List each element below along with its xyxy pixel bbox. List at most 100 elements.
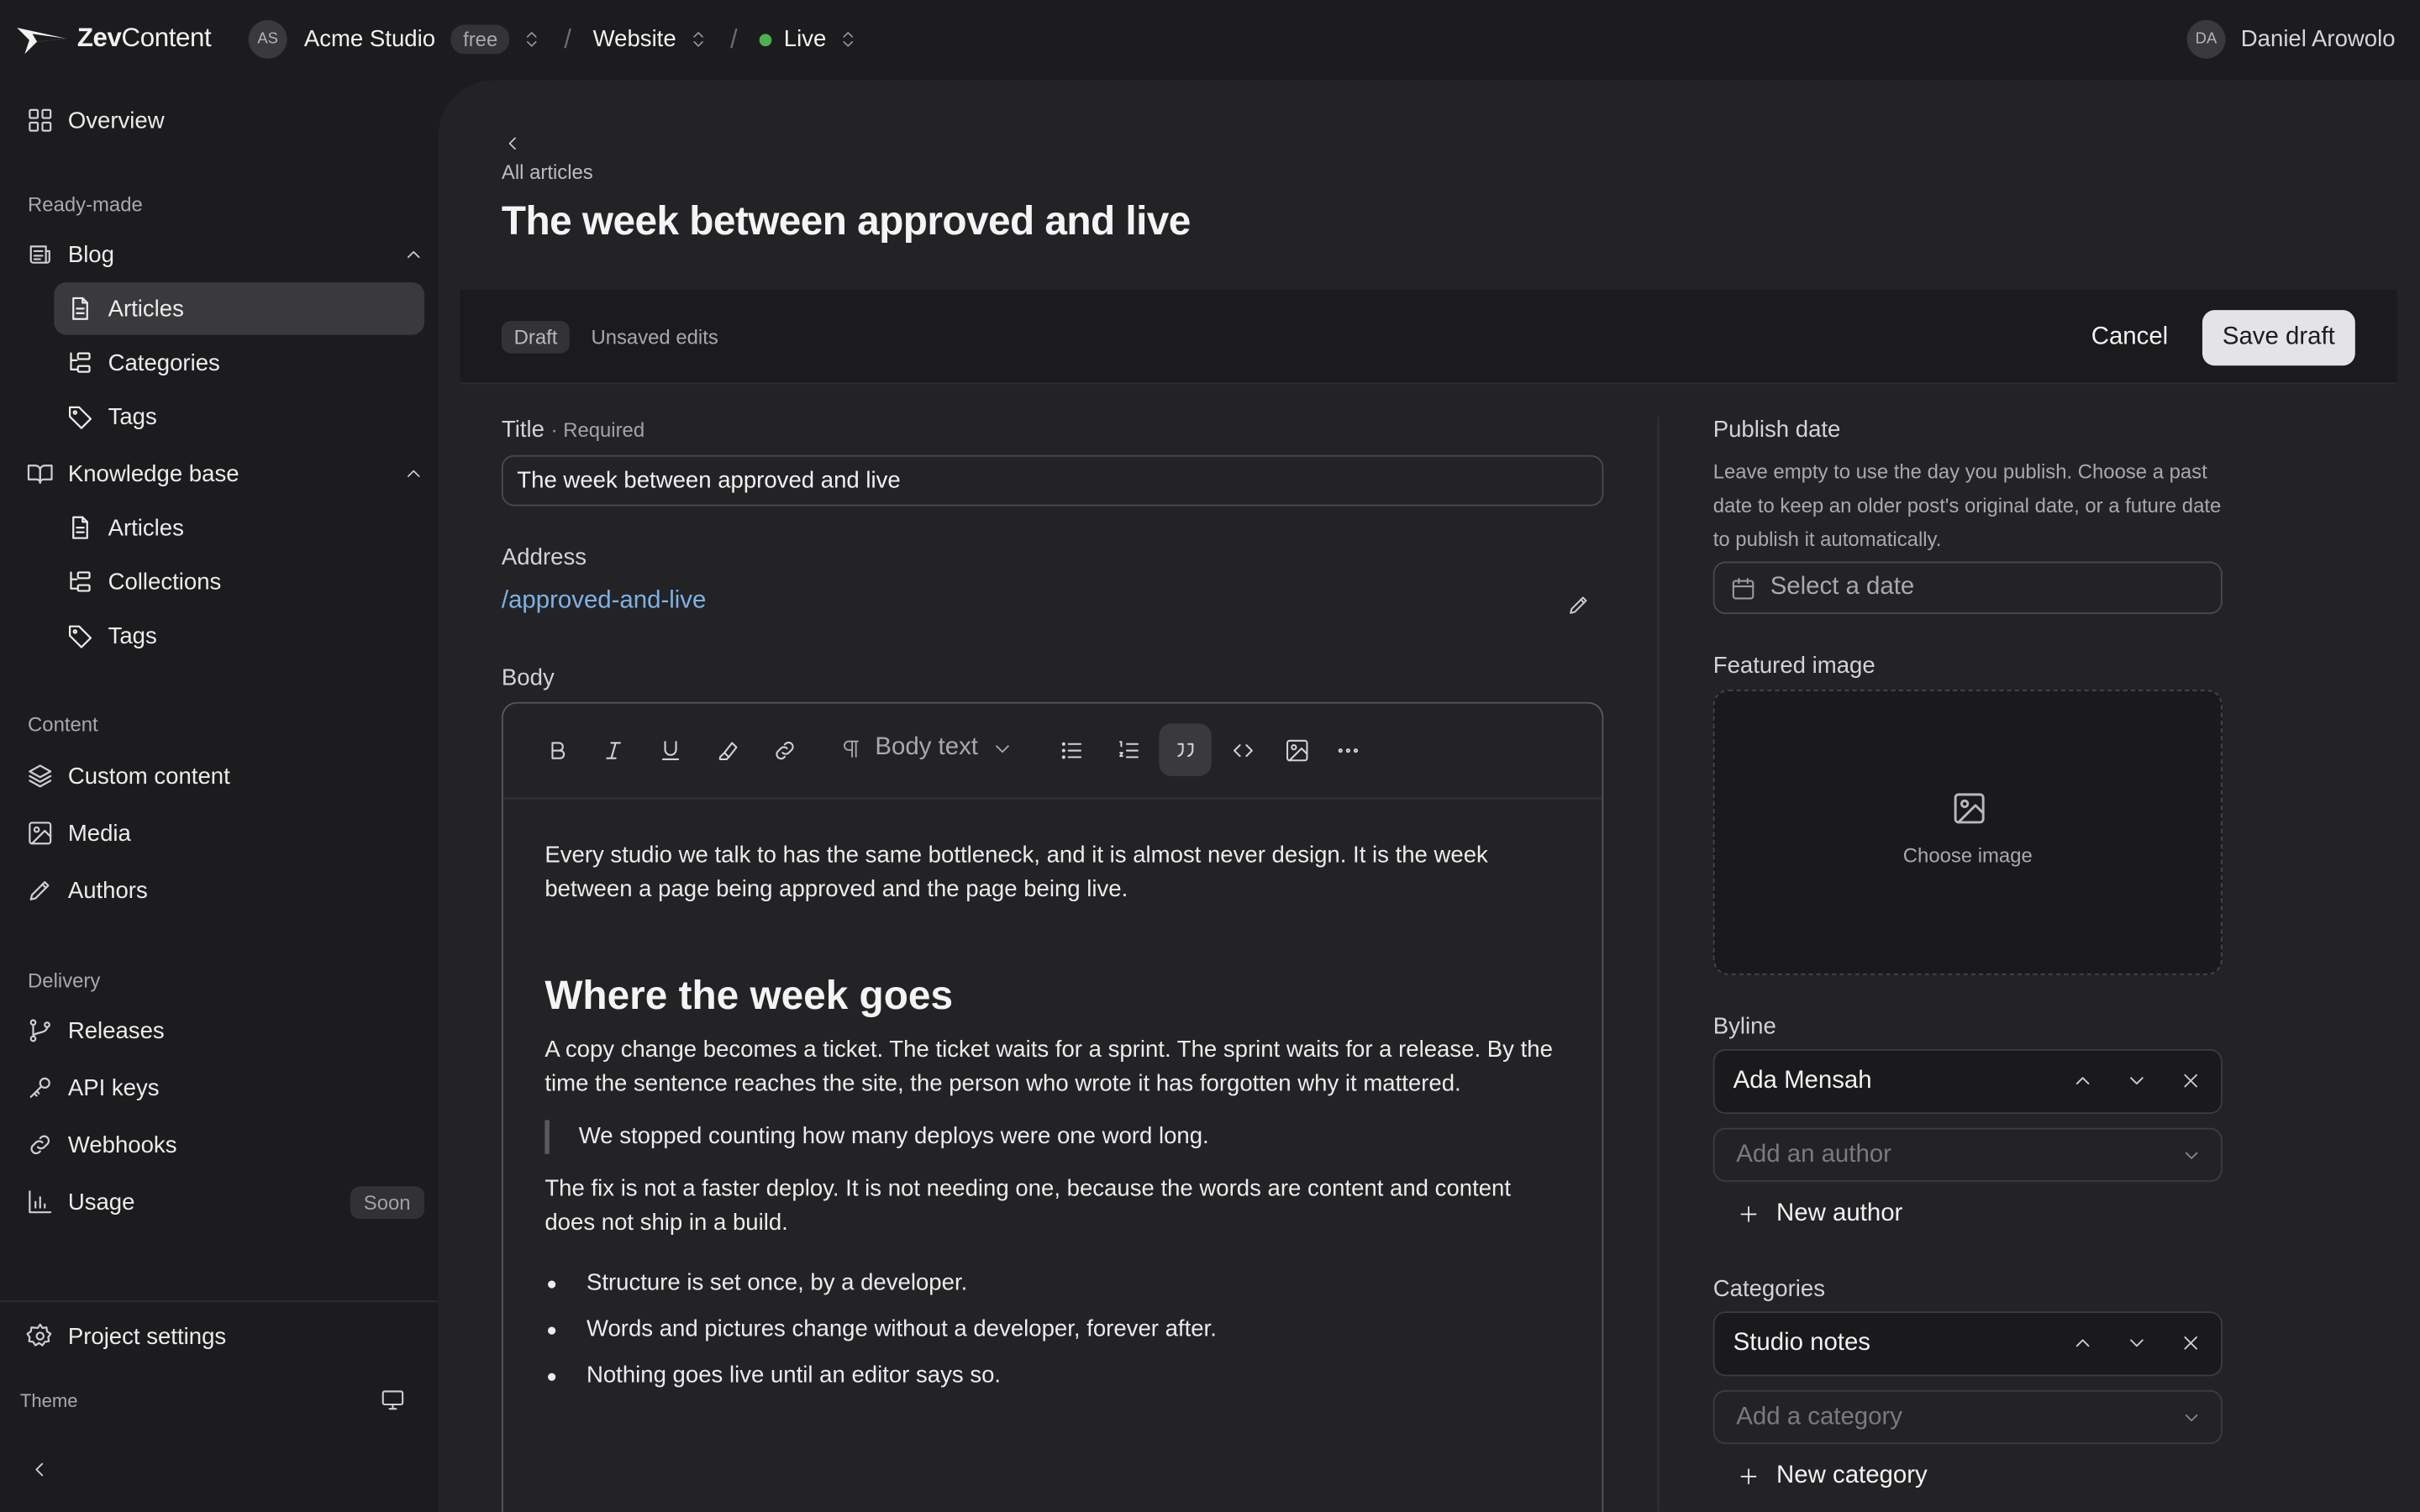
bullet-list-icon[interactable] bbox=[1044, 723, 1097, 775]
monitor-icon[interactable] bbox=[380, 1387, 406, 1413]
new-author-label: New author bbox=[1776, 1200, 1903, 1227]
categories-label: Categories bbox=[1712, 1275, 1825, 1303]
sidebar-item-label: API keys bbox=[67, 1074, 160, 1101]
chevron-up-icon[interactable] bbox=[402, 244, 424, 265]
sidebar-item-blog[interactable]: Blog bbox=[26, 228, 424, 281]
chevron-down-icon[interactable] bbox=[2125, 1331, 2149, 1355]
add-category-select[interactable]: Add a category bbox=[1712, 1389, 2223, 1445]
chevron-up-icon[interactable] bbox=[402, 463, 424, 485]
sidebar-item-blog-categories[interactable]: Categories bbox=[54, 336, 424, 388]
close-icon[interactable] bbox=[2179, 1069, 2202, 1093]
link-icon[interactable] bbox=[758, 723, 810, 775]
add-category-placeholder: Add a category bbox=[1736, 1403, 1902, 1430]
sidebar-item-authors[interactable]: Authors bbox=[26, 864, 424, 916]
plus-icon bbox=[1738, 1204, 1760, 1226]
user-avatar: DA bbox=[2186, 19, 2226, 59]
page-title: The week between approved and live bbox=[501, 197, 1191, 244]
highlighter-icon[interactable] bbox=[701, 723, 753, 775]
more-icon[interactable] bbox=[1321, 723, 1373, 775]
new-category-button[interactable]: New category bbox=[1738, 1462, 1928, 1490]
sidebar-item-custom-content[interactable]: Custom content bbox=[26, 750, 424, 802]
section-content: Content bbox=[28, 712, 98, 737]
quote-icon[interactable] bbox=[1159, 723, 1212, 776]
block-type-select[interactable]: Body text bbox=[839, 734, 1013, 762]
sidebar-item-label: Project settings bbox=[67, 1322, 227, 1350]
chevron-up-icon[interactable] bbox=[2071, 1069, 2095, 1093]
chevron-up-down-icon bbox=[523, 29, 543, 50]
byline-author-row: Ada Mensah bbox=[1712, 1048, 2223, 1115]
add-author-select[interactable]: Add an author bbox=[1712, 1127, 2223, 1182]
underline-icon[interactable] bbox=[644, 723, 696, 775]
sidebar-item-kb-tags[interactable]: Tags bbox=[54, 609, 424, 661]
list-item: Words and pictures change without a deve… bbox=[544, 1313, 1563, 1347]
chevron-down-icon[interactable] bbox=[2125, 1069, 2149, 1093]
soon-badge: Soon bbox=[350, 1185, 425, 1219]
sidebar-item-label: Custom content bbox=[67, 763, 230, 790]
breadcrumb: AS Acme Studio free / Website / Live bbox=[248, 19, 859, 59]
image-icon[interactable] bbox=[1270, 723, 1323, 775]
sidebar-item-releases[interactable]: Releases bbox=[26, 1005, 424, 1057]
cancel-button[interactable]: Cancel bbox=[2073, 312, 2187, 364]
save-draft-button[interactable]: Save draft bbox=[2202, 310, 2355, 366]
editor-content[interactable]: Every studio we talk to has the same bot… bbox=[544, 839, 1563, 1393]
new-category-label: New category bbox=[1776, 1462, 1928, 1489]
sidebar-item-kb-articles[interactable]: Articles bbox=[54, 501, 424, 554]
user-menu[interactable]: DA Daniel Arowolo bbox=[2186, 19, 2396, 59]
body-blockquote: We stopped counting how many deploys wer… bbox=[544, 1120, 1563, 1154]
bold-icon[interactable] bbox=[531, 723, 583, 775]
environment-switcher[interactable]: Live bbox=[759, 26, 859, 52]
workspace-avatar: AS bbox=[248, 19, 287, 59]
sidebar-item-blog-tags[interactable]: Tags bbox=[54, 391, 424, 443]
sidebar-item-api-keys[interactable]: API keys bbox=[26, 1062, 424, 1114]
back-link[interactable]: All articles bbox=[502, 160, 593, 184]
body-bullet-list: Structure is set once, by a developer. W… bbox=[544, 1267, 1563, 1394]
featured-image-dropzone[interactable]: Choose image bbox=[1712, 690, 2223, 975]
workspace-switcher[interactable]: AS Acme Studio free bbox=[248, 19, 543, 59]
chevron-up-icon[interactable] bbox=[2071, 1331, 2095, 1355]
sidebar-item-knowledge-base[interactable]: Knowledge base bbox=[26, 448, 424, 500]
project-switcher[interactable]: Website bbox=[593, 26, 709, 52]
code-icon[interactable] bbox=[1216, 723, 1268, 775]
close-icon[interactable] bbox=[2179, 1331, 2202, 1355]
sidebar-item-usage[interactable]: Usage Soon bbox=[26, 1176, 425, 1228]
logo[interactable]: ZevContent bbox=[15, 22, 212, 55]
git-branch-icon bbox=[26, 1016, 54, 1044]
pencil-icon[interactable] bbox=[1566, 592, 1591, 617]
numbered-list-icon[interactable] bbox=[1102, 723, 1154, 775]
live-status-dot bbox=[759, 33, 772, 46]
category-name: Studio notes bbox=[1733, 1330, 1870, 1357]
sidebar-item-project-settings[interactable]: Project settings bbox=[26, 1310, 424, 1362]
user-name: Daniel Arowolo bbox=[2240, 26, 2396, 53]
unsaved-status: Unsaved edits bbox=[591, 325, 718, 349]
sidebar-item-label: Media bbox=[67, 820, 131, 847]
address-slug[interactable]: /approved-and-live bbox=[502, 588, 706, 616]
plan-badge: free bbox=[450, 24, 510, 55]
collapse-sidebar-icon[interactable] bbox=[28, 1458, 51, 1482]
sidebar-item-label: Collections bbox=[108, 568, 222, 596]
key-icon bbox=[26, 1074, 54, 1101]
tag-icon bbox=[66, 402, 94, 430]
publish-date-label: Publish date bbox=[1712, 416, 1841, 444]
tree-icon bbox=[66, 349, 94, 376]
sidebar-item-media[interactable]: Media bbox=[26, 807, 424, 859]
new-author-button[interactable]: New author bbox=[1738, 1200, 1902, 1228]
sidebar-item-overview[interactable]: Overview bbox=[26, 94, 424, 146]
sidebar-item-label: Blog bbox=[67, 241, 114, 268]
sidebar-item-webhooks[interactable]: Webhooks bbox=[26, 1119, 424, 1171]
choose-image-label: Choose image bbox=[1902, 843, 2033, 868]
publish-date-picker[interactable]: Select a date bbox=[1712, 561, 2223, 615]
italic-icon[interactable] bbox=[587, 723, 639, 775]
environment-name: Live bbox=[783, 26, 827, 53]
title-input[interactable] bbox=[501, 454, 1604, 507]
grid-icon bbox=[26, 107, 54, 134]
sidebar: Overview Ready-made Blog Articles Catego… bbox=[0, 81, 439, 1512]
sidebar-item-label: Overview bbox=[67, 107, 165, 134]
sidebar-item-kb-collections[interactable]: Collections bbox=[54, 555, 424, 607]
tag-icon bbox=[66, 622, 94, 649]
theme-label: Theme bbox=[19, 1389, 78, 1412]
sidebar-item-blog-articles[interactable]: Articles bbox=[54, 282, 425, 335]
category-row: Studio notes bbox=[1712, 1311, 2223, 1377]
back-chevron-icon[interactable] bbox=[502, 133, 523, 155]
rich-text-editor[interactable]: Body text Every studio we talk to has th… bbox=[501, 701, 1604, 1512]
add-author-placeholder: Add an author bbox=[1736, 1141, 1891, 1168]
